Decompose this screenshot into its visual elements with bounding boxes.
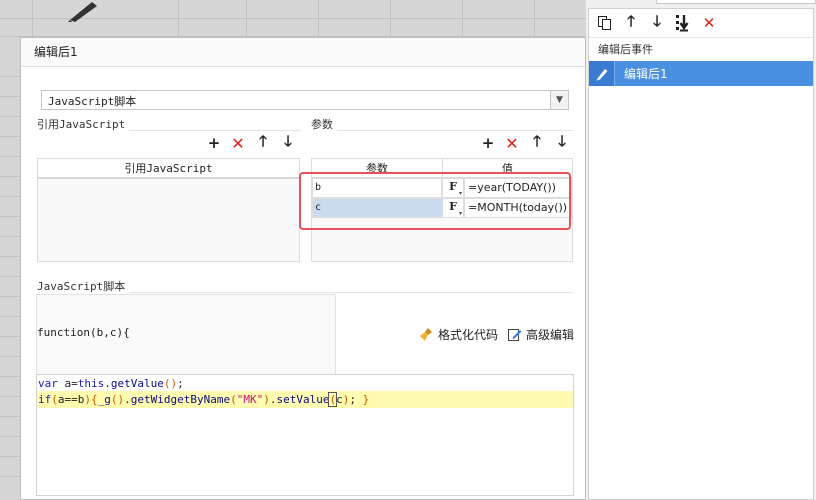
function-declaration: function(b,c){ xyxy=(37,326,130,339)
format-code-button[interactable]: 格式化代码 xyxy=(419,326,498,343)
arrow-down-icon[interactable]: 🡓 xyxy=(554,132,570,151)
event-toolbar: 🡑 🡓 ✕ xyxy=(589,9,813,37)
ref-js-column-header: 引用JavaScript xyxy=(38,159,299,179)
script-type-select[interactable]: JavaScript脚本 ▼ xyxy=(41,90,569,110)
top-input-strip xyxy=(656,0,816,4)
arrow-down-icon[interactable]: 🡓 xyxy=(647,12,667,33)
ref-js-group-label: 引用JavaScript xyxy=(37,116,130,132)
plus-icon[interactable]: + xyxy=(206,134,222,152)
arrow-up-icon[interactable]: 🡑 xyxy=(255,132,271,151)
event-edit-dialog: 编辑后1 JavaScript脚本 ▼ 引用JavaScript + ✕ 🡑 🡓… xyxy=(20,37,586,500)
broom-icon xyxy=(419,327,434,342)
event-panel: 🡑 🡓 ✕ 编辑后事件 编辑后1 xyxy=(586,0,816,500)
arrow-up-icon[interactable]: 🡑 xyxy=(529,132,545,151)
plus-icon[interactable]: + xyxy=(480,134,496,152)
dialog-title: 编辑后1 xyxy=(21,38,585,67)
code-editor[interactable]: var a=this.getValue(); if(a==b){_g().get… xyxy=(36,374,574,496)
script-group-label: JavaScript脚本 xyxy=(37,278,130,294)
edit-doc-icon xyxy=(507,327,522,342)
delete-icon[interactable]: ✕ xyxy=(699,13,719,33)
pencil-icon xyxy=(589,61,615,86)
function-declaration-area: function(b,c){ xyxy=(36,294,336,378)
event-panel-title: 编辑后事件 xyxy=(589,37,813,61)
delete-icon[interactable]: ✕ xyxy=(230,134,246,153)
arrow-up-icon[interactable]: 🡑 xyxy=(621,12,641,33)
move-bottom-icon[interactable] xyxy=(673,13,693,33)
advanced-edit-label: 高级编辑 xyxy=(526,328,575,342)
event-item[interactable]: 编辑后1 xyxy=(589,61,813,86)
advanced-edit-button[interactable]: 高级编辑 xyxy=(507,326,574,343)
pencil-icon xyxy=(68,2,97,22)
ref-js-table[interactable]: 引用JavaScript xyxy=(37,158,300,262)
format-code-label: 格式化代码 xyxy=(438,328,499,342)
arrow-down-icon[interactable]: 🡓 xyxy=(280,132,296,151)
delete-icon[interactable]: ✕ xyxy=(504,134,520,153)
code-line-highlighted: if(a==b){_g().getWidgetByName("MK").setV… xyxy=(37,391,573,408)
code-line: var a=this.getValue(); xyxy=(38,377,184,390)
params-group-label: 参数 xyxy=(311,116,337,132)
script-type-value: JavaScript脚本 xyxy=(48,95,137,108)
chevron-down-icon[interactable]: ▼ xyxy=(550,91,568,109)
event-item-label: 编辑后1 xyxy=(624,67,668,81)
copy-icon[interactable] xyxy=(595,13,615,33)
event-list-box: 🡑 🡓 ✕ 编辑后事件 编辑后1 xyxy=(588,8,814,500)
highlight-box xyxy=(299,172,571,230)
